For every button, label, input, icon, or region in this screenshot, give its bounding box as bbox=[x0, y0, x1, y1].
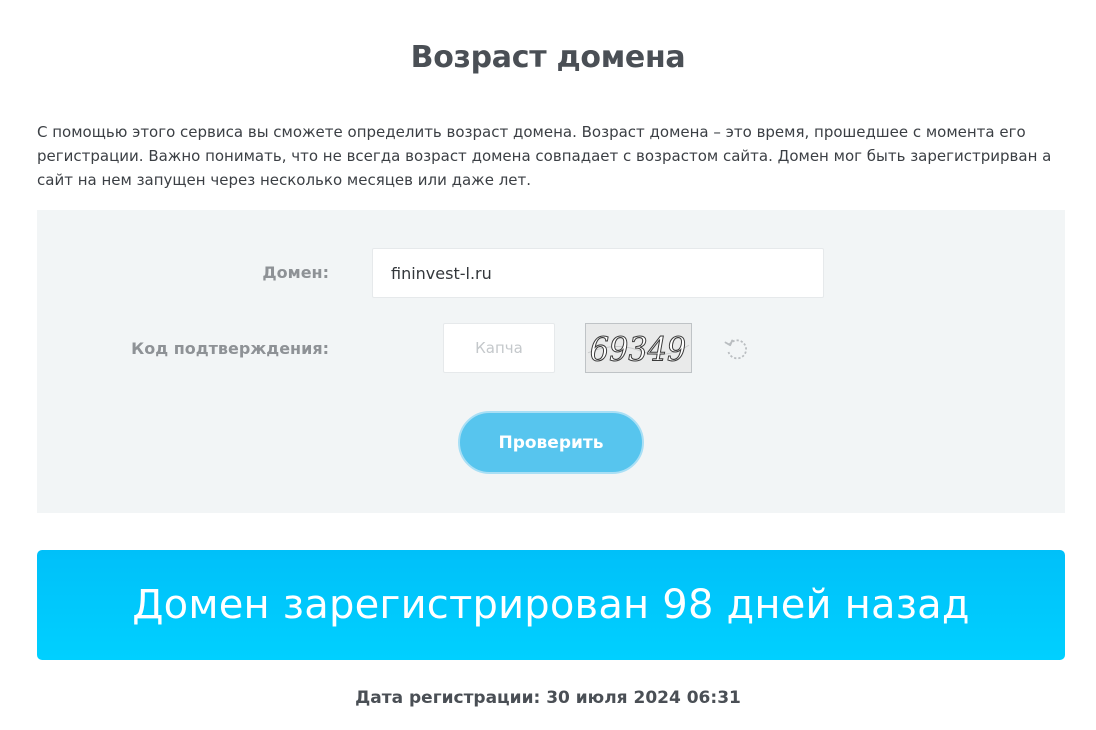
captcha-input[interactable] bbox=[443, 323, 555, 373]
captcha-text: 69349 bbox=[590, 330, 686, 369]
result-text: Домен зарегистрирован 98 дней назад bbox=[132, 582, 970, 628]
domain-label: Домен: bbox=[262, 263, 329, 282]
domain-check-form: Домен: Код подтверждения: 69349 Проверит… bbox=[37, 210, 1065, 513]
registration-date: Дата регистрации: 30 июля 2024 06:31 bbox=[355, 688, 741, 708]
domain-input[interactable] bbox=[372, 248, 824, 298]
result-banner: Домен зарегистрирован 98 дней назад bbox=[37, 550, 1065, 660]
captcha-image: 69349 bbox=[585, 323, 692, 373]
check-button[interactable]: Проверить bbox=[458, 411, 644, 474]
page-title: Возраст домена bbox=[410, 40, 686, 75]
intro-text: С помощью этого сервиса вы сможете опред… bbox=[37, 123, 1052, 189]
refresh-icon[interactable] bbox=[723, 335, 751, 363]
captcha-label: Код подтверждения: bbox=[131, 339, 329, 358]
